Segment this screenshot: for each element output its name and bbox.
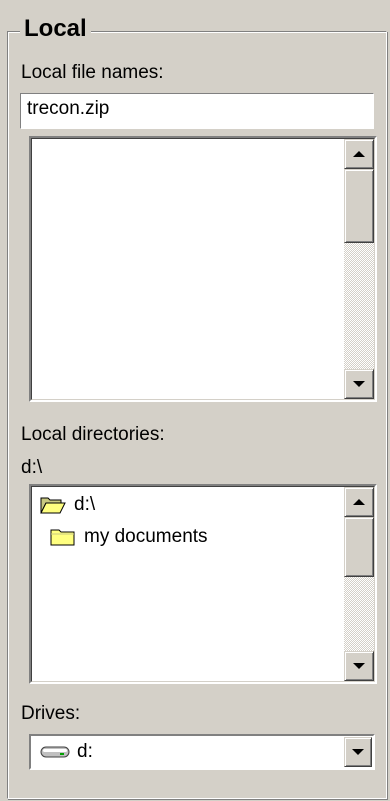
up-arrow-icon [353, 499, 365, 505]
drive-selected-value: d: [77, 741, 93, 762]
up-arrow-icon [353, 151, 365, 157]
directory-item-label: d:\ [74, 494, 96, 515]
open-folder-icon [40, 497, 66, 514]
directories-label: Local directories: [21, 424, 165, 445]
file-name-input[interactable]: trecon.zip [20, 93, 374, 129]
directory-list-scrollbar[interactable] [344, 487, 374, 681]
directory-item-my-documents[interactable]: my documents [50, 524, 208, 550]
drives-label: Drives: [21, 703, 81, 724]
scroll-down-button[interactable] [344, 369, 374, 399]
directory-item-root[interactable]: d:\ [40, 492, 95, 518]
scroll-thumb[interactable] [344, 169, 374, 243]
down-arrow-icon [353, 381, 365, 387]
down-arrow-icon [353, 663, 365, 669]
directories-list[interactable]: d:\ my documents [29, 484, 377, 684]
file-names-label: Local file names: [21, 62, 164, 83]
folder-icon [50, 529, 75, 546]
scroll-up-button[interactable] [344, 487, 374, 517]
local-panel: Local Local file names: trecon.zip Local… [0, 0, 390, 801]
scroll-down-button[interactable] [344, 651, 374, 681]
drives-dropdown[interactable]: d: [29, 734, 375, 770]
file-names-list[interactable] [29, 136, 377, 402]
current-directory-path: d:\ [21, 457, 43, 478]
dropdown-button[interactable] [344, 737, 372, 767]
group-title: Local [20, 14, 91, 44]
scroll-thumb[interactable] [344, 517, 374, 577]
scroll-up-button[interactable] [344, 139, 374, 169]
chevron-down-icon [352, 749, 364, 755]
drive-icon [40, 746, 70, 758]
file-list-scrollbar[interactable] [344, 139, 374, 399]
directory-item-label: my documents [84, 526, 208, 547]
